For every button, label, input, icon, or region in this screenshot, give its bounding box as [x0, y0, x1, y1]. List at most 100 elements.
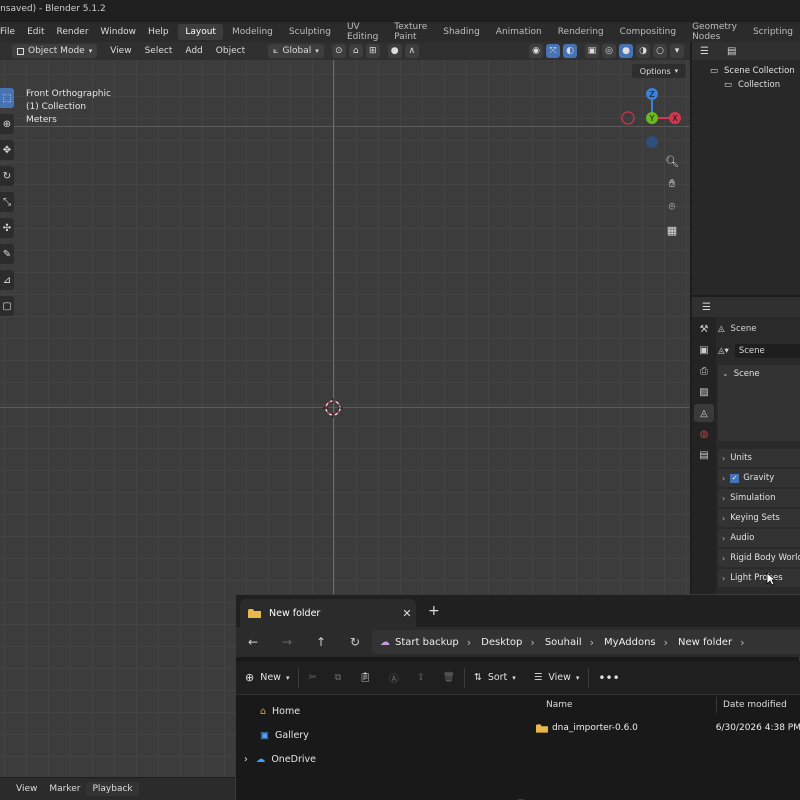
tab-sculpting[interactable]: Sculpting: [282, 24, 338, 40]
delete-icon[interactable]: 🗑︎: [434, 661, 464, 694]
tab-layout[interactable]: Layout: [178, 24, 223, 40]
chevron-right-icon[interactable]: ›: [244, 754, 248, 765]
panel-keying-sets[interactable]: › Keying Sets: [718, 509, 800, 527]
cursor-tool-icon[interactable]: ⊕: [0, 114, 14, 134]
tab-modeling[interactable]: Modeling: [225, 24, 280, 40]
scene-selector[interactable]: ◬▾ Scene: [718, 343, 800, 359]
breadcrumb-item[interactable]: MyAddons: [604, 637, 656, 648]
grid-view-icon[interactable]: ▦: [662, 220, 682, 240]
menu-add[interactable]: Add: [180, 44, 207, 58]
sort-button[interactable]: ⇅ Sort ▾: [465, 661, 525, 694]
falloff-icon[interactable]: ∧: [404, 44, 419, 58]
new-tab-icon[interactable]: +: [428, 603, 440, 619]
column-header-name[interactable]: Name: [524, 700, 716, 710]
menu-file[interactable]: File: [0, 27, 21, 37]
view-button[interactable]: ☰ View ▾: [525, 661, 589, 694]
pan-hand-icon[interactable]: ✋︎: [662, 174, 682, 194]
breadcrumb-item[interactable]: Start backup: [395, 637, 459, 648]
up-arrow-icon[interactable]: ↑: [304, 635, 338, 649]
tab-scripting[interactable]: Scripting: [746, 24, 800, 40]
add-cube-tool-icon[interactable]: ▢: [0, 296, 14, 316]
transform-tool-icon[interactable]: ✣: [0, 218, 14, 238]
editor-type-icon[interactable]: ☰: [700, 46, 709, 57]
menu-edit[interactable]: Edit: [21, 27, 50, 37]
forward-arrow-icon[interactable]: →: [270, 635, 304, 649]
overlay-icon[interactable]: ◐: [563, 44, 577, 58]
timeline-menu-view[interactable]: View: [10, 782, 43, 796]
wireframe-shading-icon[interactable]: ◎: [602, 44, 616, 58]
annotate-tool-icon[interactable]: ✎: [0, 244, 14, 264]
move-tool-icon[interactable]: ✥: [0, 140, 14, 160]
options-button[interactable]: Options ▾: [632, 64, 686, 78]
camera-view-icon[interactable]: ⌾: [662, 197, 682, 217]
close-icon[interactable]: ✕: [398, 607, 416, 620]
refresh-icon[interactable]: ↻: [338, 635, 372, 649]
tab-rendering[interactable]: Rendering: [551, 24, 611, 40]
timeline-menu-playback[interactable]: Playback: [86, 782, 139, 796]
nav-item-home[interactable]: ⌂ Home: [236, 699, 518, 723]
measure-tool-icon[interactable]: ⊿: [0, 270, 14, 290]
tab-animation[interactable]: Animation: [489, 24, 549, 40]
tab-shading[interactable]: Shading: [436, 24, 487, 40]
tool-tab-icon[interactable]: ⚒: [694, 320, 714, 338]
visibility-icon[interactable]: ◉: [529, 44, 543, 58]
breadcrumb-item[interactable]: Desktop: [481, 637, 522, 648]
object-mode-dropdown[interactable]: Object Mode ▾: [12, 44, 98, 58]
editor-type-icon[interactable]: ☰: [702, 302, 711, 313]
snap-icon[interactable]: ⌂: [348, 44, 363, 58]
pivot-icon[interactable]: ⊙: [331, 44, 346, 58]
paste-icon[interactable]: 📋︎: [350, 661, 380, 694]
outliner-row-collection[interactable]: ▭ Collection: [692, 78, 800, 92]
share-icon[interactable]: ⇪: [408, 661, 434, 694]
zoom-icon[interactable]: 🔍︎: [662, 151, 682, 171]
menu-view[interactable]: View: [105, 44, 136, 58]
gizmo-icon[interactable]: ⤧: [546, 44, 560, 58]
copy-icon[interactable]: ⧉: [325, 661, 350, 694]
panel-rigid-body-world[interactable]: › Rigid Body World: [718, 549, 800, 567]
transform-orientation-dropdown[interactable]: ⟀ Global ▾: [268, 44, 324, 58]
new-button[interactable]: ⊕ New ▾: [236, 661, 298, 694]
tab-compositing[interactable]: Compositing: [613, 24, 683, 40]
solid-shading-icon[interactable]: ●: [619, 44, 633, 58]
explorer-tab[interactable]: New folder ✕: [240, 599, 416, 627]
3d-cursor-icon[interactable]: [323, 398, 343, 418]
file-row[interactable]: dna_importer-0.6.0 6/30/2026 4:38 PM: [524, 717, 800, 739]
outliner-row-scene-collection[interactable]: ▭ Scene Collection: [692, 64, 800, 78]
menu-window[interactable]: Window: [95, 27, 143, 37]
scale-tool-icon[interactable]: ⤡: [0, 192, 14, 212]
rotate-tool-icon[interactable]: ↻: [0, 166, 14, 186]
render-tab-icon[interactable]: ▣: [694, 341, 714, 359]
menu-render[interactable]: Render: [51, 27, 95, 37]
panel-audio[interactable]: › Audio: [718, 529, 800, 547]
nav-item-gallery[interactable]: ▣ Gallery: [236, 723, 518, 747]
collection-tab-icon[interactable]: ▤: [694, 446, 714, 464]
menu-select[interactable]: Select: [140, 44, 178, 58]
panel-simulation[interactable]: › Simulation: [718, 489, 800, 507]
menu-help[interactable]: Help: [142, 27, 175, 37]
view-layer-tab-icon[interactable]: ▨: [694, 383, 714, 401]
snap-target-icon[interactable]: ⊞: [365, 44, 380, 58]
select-box-tool-icon[interactable]: ⬚: [0, 88, 14, 108]
panel-gravity[interactable]: › ✓ Gravity: [718, 469, 800, 487]
xray-icon[interactable]: ▣: [585, 44, 599, 58]
shading-options-icon[interactable]: ▾: [670, 44, 684, 58]
navigation-gizmo[interactable]: Z X Y: [620, 86, 684, 150]
rename-icon[interactable]: Ⓐ: [380, 661, 408, 694]
panel-light-probes[interactable]: › Light Probes: [718, 569, 800, 587]
output-tab-icon[interactable]: ⎙: [694, 362, 714, 380]
column-header-date[interactable]: Date modified: [723, 700, 787, 710]
world-tab-icon[interactable]: ◍: [694, 425, 714, 443]
material-shading-icon[interactable]: ◑: [636, 44, 650, 58]
gravity-checkbox[interactable]: ✓: [730, 473, 740, 483]
nav-item-onedrive[interactable]: › ☁ OneDrive: [236, 747, 518, 771]
more-options-icon[interactable]: •••: [589, 661, 628, 694]
rendered-shading-icon[interactable]: ○: [653, 44, 667, 58]
cut-icon[interactable]: ✂: [299, 661, 325, 694]
menu-object[interactable]: Object: [211, 44, 250, 58]
timeline-menu-marker[interactable]: Marker: [43, 782, 86, 796]
breadcrumb-item[interactable]: Souhail: [545, 637, 582, 648]
breadcrumb-item[interactable]: New folder: [678, 637, 732, 648]
breadcrumb[interactable]: ☁ Start backup › Desktop › Souhail › MyA…: [372, 630, 800, 654]
panel-scene[interactable]: ⌄ Scene: [718, 365, 800, 441]
back-arrow-icon[interactable]: ←: [236, 635, 270, 649]
